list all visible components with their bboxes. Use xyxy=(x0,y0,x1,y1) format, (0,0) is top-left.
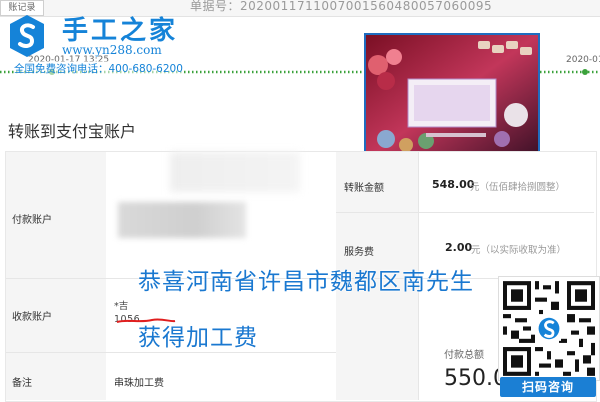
progress-end-date: 2020-01 xyxy=(566,55,600,65)
qr-code[interactable] xyxy=(498,276,600,381)
amount-label: 转账金额 xyxy=(344,183,384,194)
page-title: 转账到支付宝账户 xyxy=(8,122,137,141)
left-label-column xyxy=(6,152,106,400)
row-divider xyxy=(6,352,336,353)
memo-label: 备注 xyxy=(12,378,32,389)
order-number: 单据号：2020011711007001560480057060095 xyxy=(190,0,493,13)
amount-unit: 元（伍佰肆拾捌圆整） xyxy=(470,182,566,193)
blurred-payer-name xyxy=(170,152,300,192)
congrats-line-1: 恭喜河南省许昌市魏都区南先生 xyxy=(138,269,474,295)
memo-value: 串珠加工费 xyxy=(114,378,164,389)
brand-url: www.yn288.com xyxy=(62,43,162,57)
product-photo xyxy=(364,33,540,161)
scan-consult-button[interactable]: 扫码咨询 xyxy=(500,377,596,397)
payee-account-label: 收款账户 xyxy=(12,312,52,323)
fee-value: 2.00 xyxy=(445,241,473,254)
brand-logo-icon xyxy=(10,15,44,57)
brand-name: 手工之家 xyxy=(62,16,179,46)
fee-unit: 元（以实际收取为准） xyxy=(471,245,567,256)
hotline-text: 全国免费咨询电话：400-680-6200 xyxy=(14,61,183,76)
amount-value: 548.00 xyxy=(432,178,475,191)
blurred-payer-account xyxy=(118,202,246,238)
payee-name: *吉 xyxy=(114,301,129,312)
payer-account-label: 付款账户 xyxy=(12,215,52,226)
total-label: 付款总额 xyxy=(444,350,484,361)
congrats-line-2: 获得加工费 xyxy=(138,325,258,351)
row-divider xyxy=(336,212,594,213)
fee-label: 服务费 xyxy=(344,247,374,258)
